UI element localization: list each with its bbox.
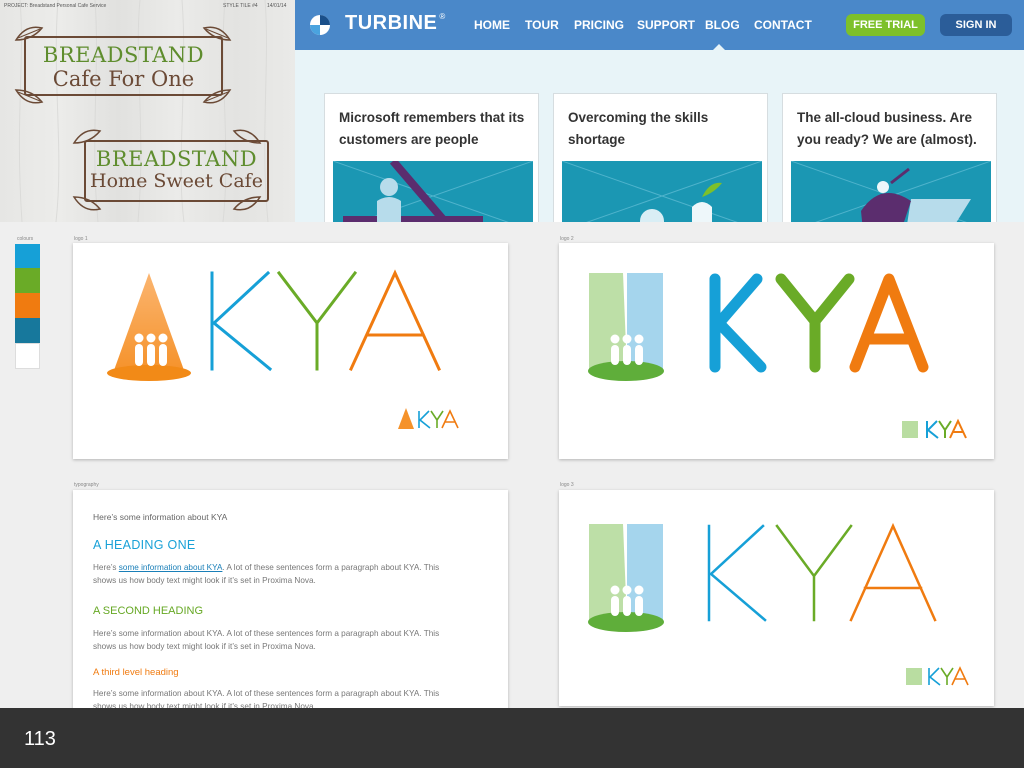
logo-1-board	[73, 243, 508, 459]
leaf-ornament-icon	[14, 26, 44, 41]
leaf-ornament-icon	[14, 89, 44, 104]
blog-card-title[interactable]: The all-cloud business. Are you ready? W…	[797, 107, 987, 151]
logo-3-label: logo 3	[560, 482, 574, 488]
turbine-logo-icon	[310, 15, 330, 35]
active-nav-caret-icon	[713, 44, 725, 50]
sign-in-button[interactable]: SIGN IN	[940, 14, 1012, 36]
small-kya-logo	[902, 418, 967, 439]
cone-people-icon	[107, 273, 191, 381]
typography-label: typography	[74, 482, 99, 488]
breadstand-logo-cafe-for-one: BREADSTAND Cafe For One	[24, 36, 223, 96]
nav-blog[interactable]: BLOG	[705, 18, 740, 32]
spotlight-people-icon	[588, 273, 664, 381]
person-illustration-icon	[333, 161, 533, 222]
breadstand-tagline: Cafe For One	[52, 67, 195, 91]
typography-board: Here’s some information about KYA A HEAD…	[73, 490, 508, 740]
kya-logo-1	[107, 269, 459, 429]
nav-support[interactable]: SUPPORT	[637, 18, 695, 32]
kya-logo-3	[588, 522, 969, 686]
nav-tour[interactable]: TOUR	[525, 18, 559, 32]
blog-card[interactable]: The all-cloud business. Are you ready? W…	[782, 93, 997, 222]
style-tile-number: STYLE TILE #4	[223, 3, 258, 9]
info-link[interactable]: some information about KYA	[119, 563, 223, 572]
blog-card-illustration	[562, 161, 762, 222]
leaf-ornament-icon	[202, 89, 232, 104]
heading-three: A third level heading	[93, 667, 179, 678]
logo-1-label: logo 1	[74, 236, 88, 242]
blog-card-title[interactable]: Overcoming the skills shortage	[568, 107, 758, 151]
colour-swatch	[15, 343, 40, 369]
logo-2-board	[559, 243, 994, 459]
paragraph-one: Here’s some information about KYA. A lot…	[93, 563, 440, 585]
colours-label: colours	[17, 236, 34, 242]
colour-swatch	[15, 318, 40, 343]
small-kya-logo	[906, 666, 969, 686]
colour-swatch	[15, 293, 40, 318]
typography-intro: Here’s some information about KYA	[93, 512, 228, 522]
project-label: PROJECT: Breadstand Personal Cafe Servic…	[4, 3, 107, 9]
cloud-business-illustration-icon	[791, 161, 991, 222]
colour-swatch	[15, 268, 40, 293]
nav-pricing[interactable]: PRICING	[574, 18, 624, 32]
small-kya-logo	[398, 408, 459, 429]
breadstand-logo-home-sweet-cafe: BREADSTAND Home Sweet Cafe	[84, 140, 269, 202]
nav-home[interactable]: HOME	[474, 18, 510, 32]
slide: PROJECT: Breadstand Personal Cafe Servic…	[0, 0, 1024, 768]
logo-3-board	[559, 490, 994, 706]
spotlight-people-icon	[588, 524, 664, 632]
style-tile-date: 14/01/14	[267, 3, 287, 9]
blog-card-title[interactable]: Microsoft remembers that its customers a…	[339, 107, 529, 151]
heading-one: A HEADING ONE	[93, 538, 196, 552]
slide-footer: 113	[0, 708, 1024, 768]
blog-card[interactable]: Overcoming the skills shortage	[553, 93, 768, 222]
breadstand-style-tile: PROJECT: Breadstand Personal Cafe Servic…	[0, 0, 295, 222]
heading-two: A SECOND HEADING	[93, 605, 204, 617]
breadstand-wordmark: BREADSTAND	[95, 147, 258, 171]
paragraph-two: Here’s some information about KYA. A lot…	[93, 629, 440, 651]
leaf-ornament-icon	[72, 196, 102, 211]
logo-2-label: logo 2	[560, 236, 574, 242]
turbine-navbar: TURBINE ® HOME TOUR PRICING SUPPORT BLOG …	[295, 0, 1024, 50]
leaf-ornament-icon	[232, 129, 262, 144]
nav-contact[interactable]: CONTACT	[754, 18, 812, 32]
leaf-ornament-icon	[232, 196, 262, 211]
turbine-website-screenshot: TURBINE ® HOME TOUR PRICING SUPPORT BLOG …	[295, 0, 1024, 222]
sprout-illustration-icon	[562, 161, 762, 222]
leaf-ornament-icon	[72, 129, 102, 144]
turbine-brand[interactable]: TURBINE ®	[345, 12, 446, 35]
kya-logo-2	[588, 273, 967, 439]
breadstand-wordmark: BREADSTAND	[42, 43, 205, 67]
leaf-ornament-icon	[202, 26, 232, 41]
slide-number: 113	[24, 728, 56, 750]
blog-card-illustration	[333, 161, 533, 222]
free-trial-button[interactable]: FREE TRIAL	[846, 14, 925, 36]
blog-card-illustration	[791, 161, 991, 222]
breadstand-tagline: Home Sweet Cafe	[90, 170, 263, 192]
colour-swatch	[15, 244, 40, 268]
blog-card[interactable]: Microsoft remembers that its customers a…	[324, 93, 539, 222]
